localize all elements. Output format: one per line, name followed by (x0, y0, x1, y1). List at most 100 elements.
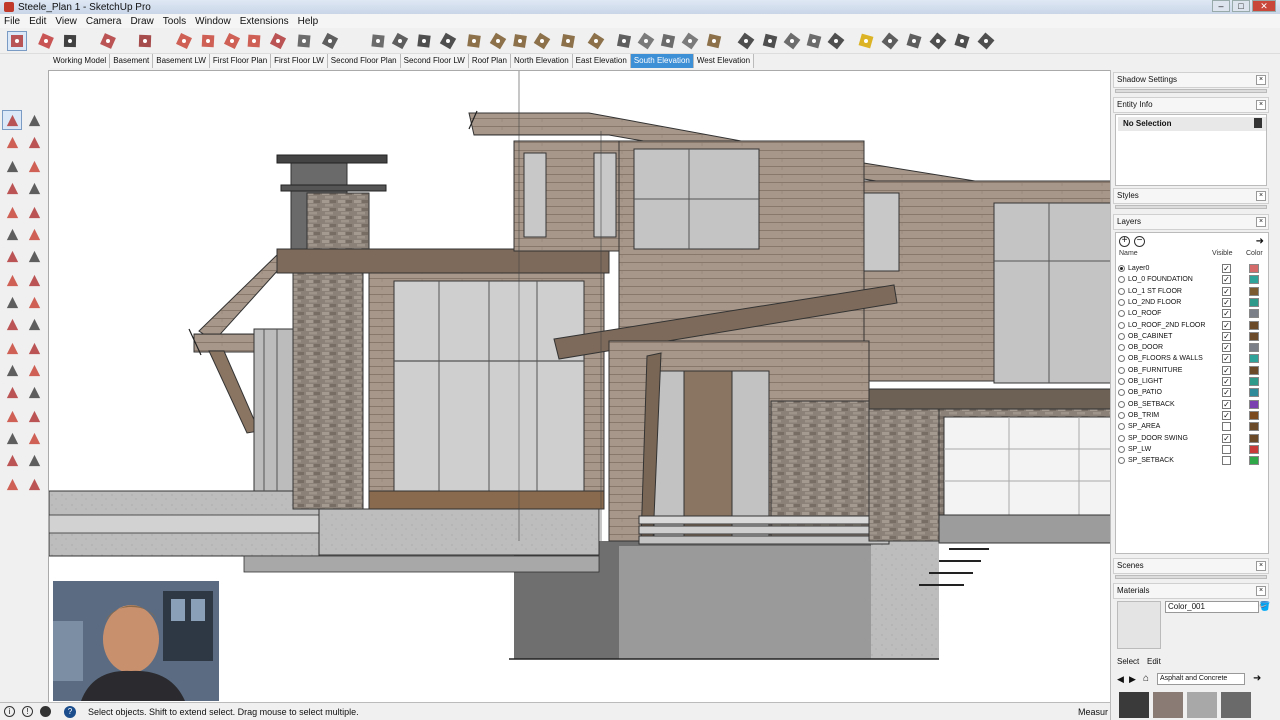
maximize-button[interactable]: □ (1232, 0, 1250, 12)
walk-icon[interactable] (2, 450, 22, 470)
layer-row[interactable]: SP_LW (1116, 444, 1268, 455)
zoom-extents-icon[interactable] (2, 428, 22, 448)
dimension-icon[interactable] (24, 314, 44, 334)
menu-edit[interactable]: Edit (29, 16, 46, 27)
pan-icon[interactable] (390, 31, 410, 51)
layer-row[interactable]: Layer0 ✓ (1116, 263, 1268, 274)
tab-west-elevation[interactable]: West Elevation (693, 54, 755, 68)
materials-select-tab[interactable]: Select (1117, 656, 1143, 668)
layer-color-swatch[interactable] (1249, 331, 1259, 341)
shaded-icon[interactable] (680, 31, 700, 51)
layer-color-swatch[interactable] (1249, 354, 1259, 364)
axes-icon[interactable] (2, 360, 22, 380)
back-arrow-icon[interactable]: ◀ (1117, 674, 1124, 685)
pan-icon[interactable] (24, 382, 44, 402)
close-icon[interactable]: × (1256, 191, 1266, 201)
active-layer-radio[interactable] (1118, 298, 1125, 306)
layer-color-swatch[interactable] (1249, 275, 1259, 285)
menu-camera[interactable]: Camera (86, 16, 122, 27)
close-icon[interactable]: × (1256, 75, 1266, 85)
rotate-icon[interactable] (244, 31, 264, 51)
front-view-icon[interactable] (510, 31, 530, 51)
arc-icon[interactable] (2, 224, 22, 244)
follow-me-icon[interactable] (24, 270, 44, 290)
iso-view-icon[interactable] (464, 31, 484, 51)
tab-basement-lw[interactable]: Basement LW (153, 54, 210, 68)
layer-visible-checkbox[interactable]: ✓ (1222, 354, 1231, 364)
active-layer-radio[interactable] (1118, 389, 1125, 397)
orbit-icon[interactable] (368, 31, 388, 51)
help-icon[interactable]: ? (64, 706, 76, 718)
rotate-icon[interactable] (2, 270, 22, 290)
collection-details-icon[interactable]: ➜ (1253, 673, 1261, 684)
layer-color-swatch[interactable] (1249, 456, 1259, 466)
layer-visible-checkbox[interactable]: ✓ (1222, 388, 1231, 398)
light-icon[interactable] (856, 31, 876, 51)
active-layer-radio[interactable] (1118, 321, 1125, 329)
layer-color-swatch[interactable] (1249, 365, 1259, 375)
active-layer-radio[interactable] (1118, 423, 1125, 431)
layer-visible-checkbox[interactable] (1222, 422, 1231, 432)
materials-edit-tab[interactable]: Edit (1147, 656, 1171, 668)
position-camera-icon[interactable] (24, 428, 44, 448)
layer-visible-checkbox[interactable]: ✓ (1222, 410, 1231, 420)
layer-color-swatch[interactable] (1249, 297, 1259, 307)
add-layer-icon[interactable]: + (1119, 236, 1130, 247)
pie-icon[interactable] (24, 224, 44, 244)
zoom-window-icon[interactable] (24, 406, 44, 426)
arc-icon[interactable] (98, 31, 118, 51)
active-layer-radio[interactable] (1118, 445, 1125, 453)
geo-location-icon[interactable]: i (4, 706, 15, 717)
menu-window[interactable]: Window (195, 16, 231, 27)
left-view-icon[interactable] (586, 31, 606, 51)
rectangle-icon[interactable] (2, 178, 22, 198)
minimize-button[interactable]: – (1212, 0, 1230, 12)
material-swatch[interactable] (1187, 692, 1217, 718)
tape-measure-icon[interactable] (294, 31, 314, 51)
layer-visible-checkbox[interactable]: ✓ (1222, 320, 1231, 330)
sound-icon[interactable] (826, 31, 846, 51)
active-layer-radio[interactable] (1118, 378, 1125, 385)
right-view-icon[interactable] (532, 31, 552, 51)
material-swatch[interactable] (1153, 692, 1183, 718)
house-outline-icon[interactable] (976, 31, 996, 51)
layer-visible-checkbox[interactable]: ✓ (1222, 297, 1231, 307)
select-icon[interactable] (7, 31, 27, 51)
remove-layer-icon[interactable]: − (1134, 236, 1145, 247)
move-icon[interactable] (2, 246, 22, 266)
layer-color-swatch[interactable] (1249, 286, 1259, 296)
active-layer-radio[interactable] (1118, 355, 1125, 363)
rotated-rectangle-icon[interactable] (24, 178, 44, 198)
credits-icon[interactable]: ! (22, 706, 33, 717)
layer-visible-checkbox[interactable]: ✓ (1222, 433, 1231, 443)
active-layer-radio[interactable] (1118, 332, 1125, 340)
pencil-icon[interactable] (2, 156, 22, 176)
layer-visible-checkbox[interactable] (1222, 444, 1231, 454)
layer-color-swatch[interactable] (1249, 264, 1259, 273)
layers-panel-header[interactable]: Layers × (1113, 214, 1269, 230)
footprints-icon[interactable] (24, 474, 44, 494)
visible-column-header[interactable]: Visible (1212, 250, 1233, 257)
look-around-icon[interactable] (24, 450, 44, 470)
zoom-icon[interactable] (2, 406, 22, 426)
house-icon[interactable] (952, 31, 972, 51)
fog-icon[interactable] (782, 31, 802, 51)
layer-row[interactable]: OB_SETBACK ✓ (1116, 399, 1268, 410)
top-view-icon[interactable] (488, 31, 508, 51)
warehouse-icon[interactable] (880, 31, 900, 51)
close-icon[interactable]: × (1256, 100, 1266, 110)
tab-first-floor-lw[interactable]: First Floor LW (271, 54, 328, 68)
user-icon[interactable] (40, 706, 51, 717)
tape-measure-icon[interactable] (2, 314, 22, 334)
tab-roof-plan[interactable]: Roof Plan (468, 54, 511, 68)
layer-row[interactable]: LO_ROOF_2ND FLOOR ✓ (1116, 320, 1268, 331)
layer-row[interactable]: OB_DOOR ✓ (1116, 342, 1268, 353)
tab-second-floor-lw[interactable]: Second Floor LW (400, 54, 469, 68)
tab-working-model[interactable]: Working Model (50, 54, 111, 68)
zoom-icon[interactable] (414, 31, 434, 51)
back-view-icon[interactable] (558, 31, 578, 51)
tab-basement[interactable]: Basement (110, 54, 154, 68)
circle-icon[interactable] (2, 202, 22, 222)
menu-file[interactable]: File (4, 16, 20, 27)
push-pull-icon[interactable] (174, 31, 194, 51)
